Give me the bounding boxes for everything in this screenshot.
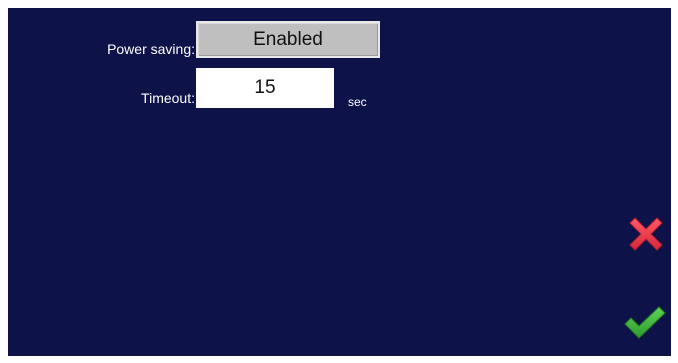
timeout-label: Timeout: xyxy=(141,90,195,106)
power-saving-value: Enabled xyxy=(253,28,323,50)
close-icon xyxy=(629,217,663,251)
power-saving-toggle-button[interactable]: Enabled xyxy=(196,21,380,58)
timeout-input[interactable] xyxy=(196,68,334,108)
power-saving-label: Power saving: xyxy=(107,41,195,57)
settings-screen: Power saving: Enabled Timeout: sec xyxy=(8,8,671,356)
cancel-button[interactable] xyxy=(626,214,666,254)
check-icon xyxy=(624,306,666,339)
timeout-unit-label: sec xyxy=(348,95,367,109)
confirm-button[interactable] xyxy=(622,303,668,343)
